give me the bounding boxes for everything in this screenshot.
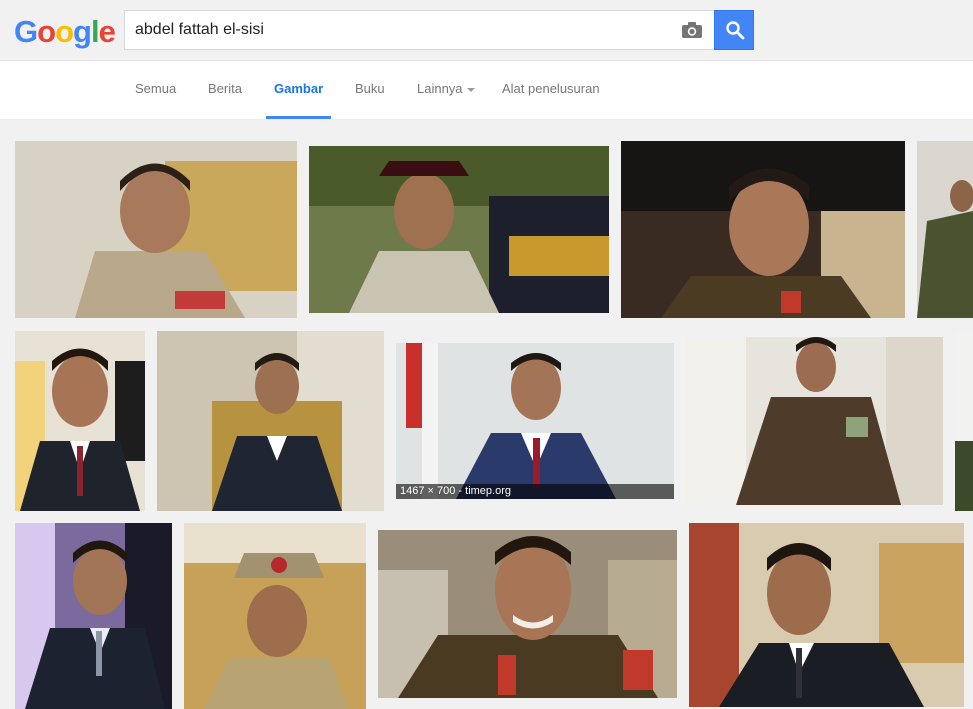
tab-gambar[interactable]: Gambar bbox=[274, 81, 323, 96]
image-result[interactable] bbox=[378, 530, 677, 698]
image-result[interactable] bbox=[917, 141, 973, 318]
image-result[interactable] bbox=[15, 141, 297, 318]
logo-letter: o bbox=[55, 14, 74, 49]
image-result[interactable] bbox=[157, 331, 384, 511]
chevron-down-icon bbox=[466, 87, 475, 92]
image-thumbnail bbox=[917, 141, 973, 318]
image-thumbnail bbox=[15, 331, 145, 511]
image-thumbnail bbox=[378, 530, 677, 698]
image-thumbnail bbox=[309, 146, 609, 313]
image-thumbnail bbox=[689, 523, 964, 707]
image-result[interactable] bbox=[309, 146, 609, 313]
logo-letter: e bbox=[98, 14, 116, 49]
image-result[interactable] bbox=[15, 331, 145, 511]
search-box bbox=[124, 10, 715, 50]
camera-icon[interactable] bbox=[681, 21, 703, 39]
tab-buku[interactable]: Buku bbox=[355, 81, 385, 96]
tab-lainnya[interactable]: Lainnya bbox=[417, 81, 475, 96]
image-result[interactable] bbox=[955, 331, 973, 511]
image-result[interactable] bbox=[15, 523, 172, 709]
search-tabs-bar: Semua Berita Gambar Buku Lainnya Alat pe… bbox=[0, 61, 973, 120]
tab-berita[interactable]: Berita bbox=[208, 81, 242, 96]
image-caption: 1467 × 700 - timep.org bbox=[396, 484, 674, 499]
image-result[interactable]: 1467 × 700 - timep.org bbox=[396, 343, 674, 499]
tab-lainnya-label: Lainnya bbox=[417, 81, 463, 96]
logo-letter: l bbox=[90, 14, 100, 49]
tab-alat-penelusuran[interactable]: Alat penelusuran bbox=[502, 81, 600, 96]
image-thumbnail bbox=[396, 343, 674, 499]
image-result[interactable] bbox=[689, 523, 964, 707]
image-thumbnail bbox=[15, 141, 297, 318]
google-logo[interactable]: Google bbox=[14, 14, 116, 50]
image-result[interactable] bbox=[686, 337, 943, 505]
image-thumbnail bbox=[15, 523, 172, 709]
logo-letter: o bbox=[37, 14, 56, 49]
image-thumbnail bbox=[621, 141, 905, 318]
logo-letter: G bbox=[14, 14, 38, 49]
image-result[interactable] bbox=[184, 523, 366, 709]
image-thumbnail bbox=[686, 337, 943, 505]
image-result[interactable] bbox=[621, 141, 905, 318]
magnifier-icon bbox=[726, 21, 745, 40]
search-input[interactable] bbox=[135, 11, 665, 49]
logo-letter: g bbox=[73, 14, 92, 49]
active-tab-indicator bbox=[266, 116, 331, 119]
image-thumbnail bbox=[184, 523, 366, 709]
header-bar: Google bbox=[0, 0, 973, 61]
search-button[interactable] bbox=[714, 10, 754, 50]
image-thumbnail bbox=[157, 331, 384, 511]
tab-semua[interactable]: Semua bbox=[135, 81, 176, 96]
image-thumbnail bbox=[955, 331, 973, 511]
image-results-grid: 1467 × 700 - timep.org bbox=[0, 121, 973, 709]
